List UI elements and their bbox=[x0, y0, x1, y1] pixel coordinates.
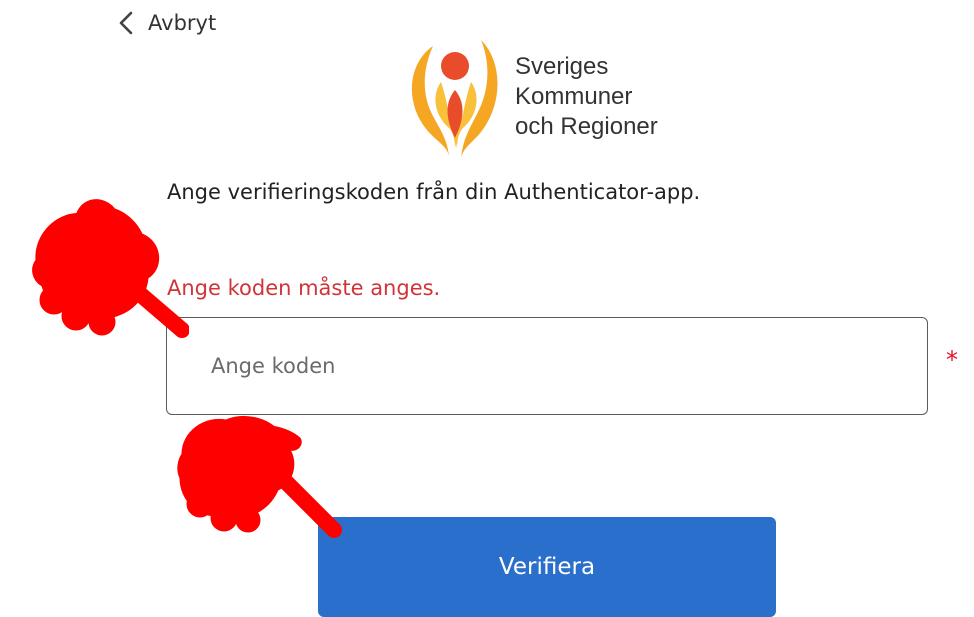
logo-line-3: och Regioner bbox=[515, 113, 658, 140]
required-marker: * bbox=[946, 346, 958, 374]
instruction-text: Ange verifieringskoden från din Authenti… bbox=[167, 180, 701, 204]
logo-line-2: Kommuner bbox=[515, 83, 633, 110]
cancel-label: Avbryt bbox=[148, 11, 217, 35]
pointing-hand-icon bbox=[14, 190, 190, 340]
verification-code-input[interactable] bbox=[166, 317, 928, 415]
verify-button[interactable]: Verifiera bbox=[318, 517, 776, 617]
pointing-hand-icon bbox=[168, 408, 343, 538]
skr-logo-icon bbox=[411, 40, 498, 158]
error-message: Ange koden måste anges. bbox=[167, 276, 441, 300]
logo-line-1: Sveriges bbox=[515, 53, 609, 80]
chevron-left-icon bbox=[118, 10, 134, 36]
cancel-link[interactable]: Avbryt bbox=[118, 6, 216, 40]
logo-wordmark: Sveriges Kommuner och Regioner bbox=[515, 52, 658, 142]
organization-logo: Sveriges Kommuner och Regioner bbox=[405, 34, 705, 160]
